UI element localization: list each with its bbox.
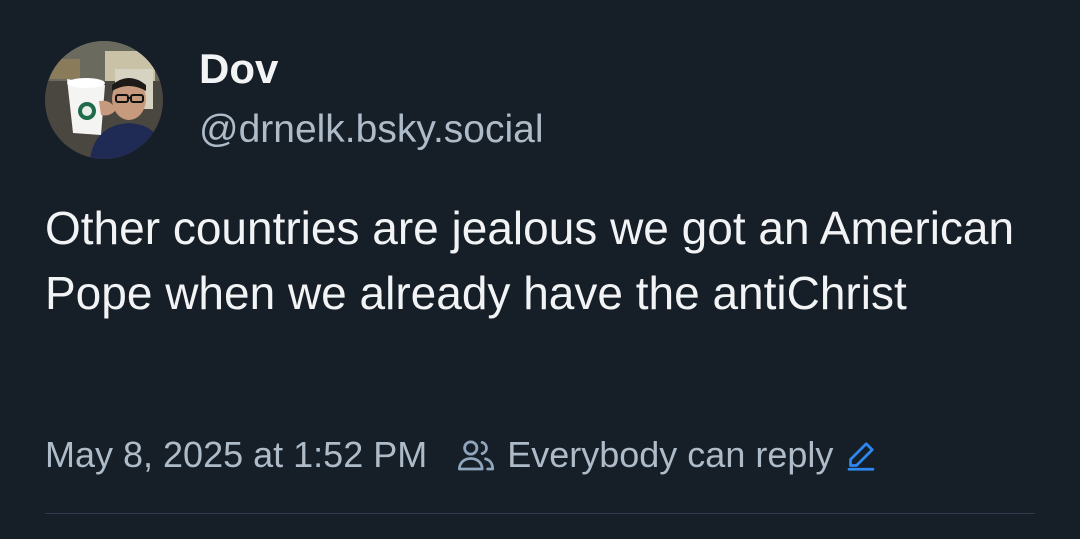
- pencil-icon[interactable]: [843, 437, 879, 473]
- author-handle[interactable]: @drnelk.bsky.social: [199, 106, 544, 154]
- reply-settings-label: Everybody can reply: [507, 434, 834, 475]
- post-container: Dov @drnelk.bsky.social Other countries …: [0, 0, 1080, 539]
- people-icon: [455, 434, 497, 476]
- avatar[interactable]: [45, 41, 163, 159]
- author-display-name[interactable]: Dov: [199, 44, 278, 94]
- post-timestamp[interactable]: May 8, 2025 at 1:52 PM: [45, 434, 427, 476]
- reply-settings-button[interactable]: Everybody can reply: [455, 434, 879, 476]
- post-text: Other countries are jealous we got an Am…: [45, 202, 1015, 319]
- avatar-image: [45, 41, 163, 159]
- divider: [45, 513, 1035, 514]
- post-meta: May 8, 2025 at 1:52 PM Everybody can rep…: [45, 430, 879, 480]
